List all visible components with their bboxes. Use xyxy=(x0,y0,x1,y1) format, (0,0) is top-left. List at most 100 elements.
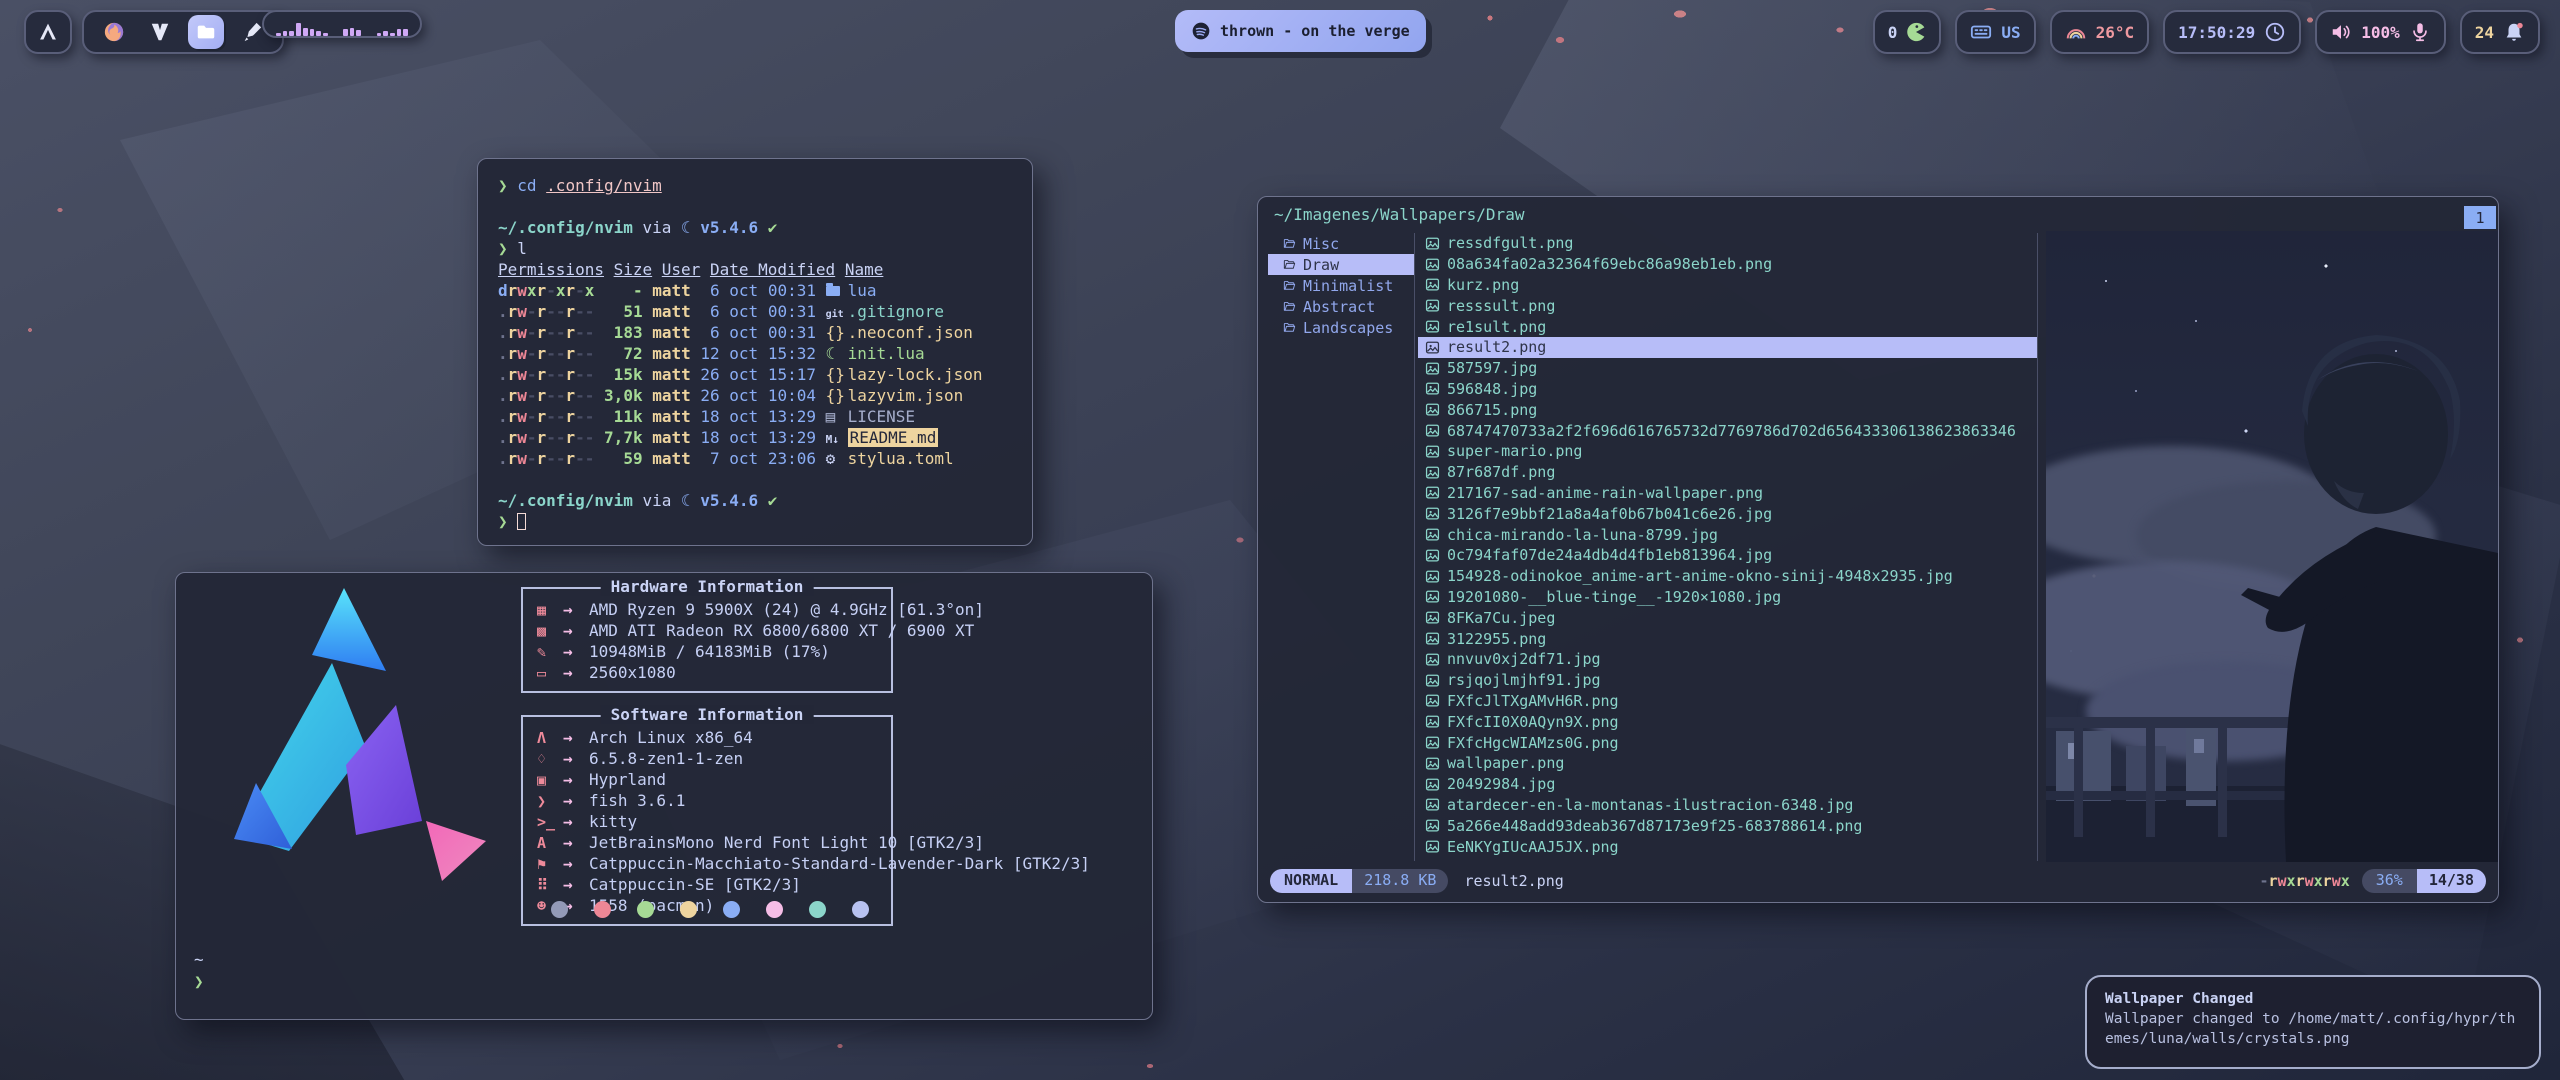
file-row[interactable]: wallpaper.png xyxy=(1418,753,2037,774)
sidebar-folder-minimalist[interactable]: Minimalist xyxy=(1268,275,1414,296)
image-file-icon xyxy=(1425,257,1440,272)
shell-prompt: ~ ❯ xyxy=(194,949,204,993)
file-row[interactable]: 8FKa7Cu.jpeg xyxy=(1418,607,2037,628)
image-file-icon xyxy=(1425,319,1440,334)
sidebar-folder-misc[interactable]: Misc xyxy=(1268,233,1414,254)
kernel-icon: ♢ xyxy=(537,750,563,768)
file-listing-row: .rw-r--r-- 59 matt 7 oct 23:06 ⚙stylua.t… xyxy=(498,448,1012,469)
file-row[interactable]: 587597.jpg xyxy=(1418,358,2037,379)
file-row[interactable]: re1sult.png xyxy=(1418,316,2037,337)
file-row[interactable]: nnvuv0xj2df71.jpg xyxy=(1418,649,2037,670)
notification-popup[interactable]: Wallpaper Changed Wallpaper changed to /… xyxy=(2085,975,2541,1069)
file-name: 5a266e448add93deab367d87173e9f25-6837886… xyxy=(1447,817,1862,835)
terminal-line: ❯ xyxy=(498,511,1012,532)
cava-bar xyxy=(303,28,308,36)
image-file-icon xyxy=(1425,756,1440,771)
temperature: 26°C xyxy=(2096,23,2135,42)
file-row[interactable]: 68747470733a2f2f696d616765732d7769786d70… xyxy=(1418,420,2037,441)
file-permissions: -rwxrwxrwx xyxy=(2259,872,2349,890)
file-row[interactable]: 3122955.png xyxy=(1418,628,2037,649)
file-row[interactable]: rsjqojlmjhf91.jpg xyxy=(1418,670,2037,691)
launcher-button[interactable] xyxy=(24,10,72,54)
file-row[interactable]: EeNKYgIUcAAJ5JX.png xyxy=(1418,836,2037,857)
image-file-icon xyxy=(1425,402,1440,417)
file-row[interactable]: FXfcII0X0AQyn9X.png xyxy=(1418,711,2037,732)
file-name: rsjqojlmjhf91.jpg xyxy=(1447,671,1601,689)
image-file-icon xyxy=(1425,548,1440,563)
file-row[interactable]: 596848.jpg xyxy=(1418,379,2037,400)
folder-open-icon xyxy=(1282,237,1297,250)
cava-bar xyxy=(310,29,315,36)
display-icon: ▭ xyxy=(537,664,563,682)
hardware-info-box: Hardware Information ▦→AMD Ryzen 9 5900X… xyxy=(521,587,893,693)
file-row[interactable]: 217167-sad-anime-rain-wallpaper.png xyxy=(1418,483,2037,504)
file-row[interactable]: 154928-odinokoe_anime-art-anime-okno-sin… xyxy=(1418,566,2037,587)
file-row[interactable]: resssult.png xyxy=(1418,295,2037,316)
audio-visualizer xyxy=(262,10,422,38)
hardware-info-title: Hardware Information xyxy=(601,577,814,596)
terminal-line: Permissions Size User Date Modified Name xyxy=(498,259,1012,280)
notifications-module[interactable]: 24 xyxy=(2460,10,2540,54)
now-playing-widget[interactable]: thrown - on the verge xyxy=(1175,10,1426,52)
now-playing-text: thrown - on the verge xyxy=(1220,22,1410,40)
audio-module[interactable]: 100% xyxy=(2315,10,2446,54)
arrow-icon: → xyxy=(563,642,589,661)
file-manager-window: ~/Imagenes/Wallpapers/Draw 1 MiscDrawMin… xyxy=(1257,196,2499,903)
file-row[interactable]: super-mario.png xyxy=(1418,441,2037,462)
file-row[interactable]: FXfcJlTXgAMvH6R.png xyxy=(1418,691,2037,712)
file-row[interactable]: kurz.png xyxy=(1418,275,2037,296)
sidebar-folder-abstract[interactable]: Abstract xyxy=(1268,296,1414,317)
file-list: ressdfgult.png 08a634fa02a32364f69ebc86a9… xyxy=(1418,233,2037,857)
fetch-row: ▩→AMD ATI Radeon RX 6800/6800 XT / 6900 … xyxy=(537,620,891,641)
file-row[interactable]: ressdfgult.png xyxy=(1418,233,2037,254)
cava-bar xyxy=(323,33,328,36)
vim-icon xyxy=(149,21,171,43)
weather-module[interactable]: 26°C xyxy=(2050,10,2150,54)
file-row[interactable]: 08a634fa02a32364f69ebc86a98eb1eb.png xyxy=(1418,254,2037,275)
fetch-row: ⚑→Catppuccin-Macchiato-Standard-Lavender… xyxy=(537,853,891,874)
color-palette xyxy=(551,901,869,918)
file-name: resssult.png xyxy=(1447,297,1555,315)
file-listing-row: .rw-r--r-- 7,7k matt 18 oct 13:29 M↓READ… xyxy=(498,427,1012,448)
file-row[interactable]: 20492984.jpg xyxy=(1418,774,2037,795)
file-name: FXfcII0X0AQyn9X.png xyxy=(1447,713,1619,731)
clock-module[interactable]: 17:50:29 xyxy=(2163,10,2301,54)
file-row[interactable]: chica-mirando-la-luna-8799.jpg xyxy=(1418,524,2037,545)
file-row[interactable]: 3126f7e9bbf21a8a4af0b67b041c6e26.jpg xyxy=(1418,503,2037,524)
keyboard-layout-module[interactable]: US xyxy=(1955,10,2035,54)
sidebar-folder-draw[interactable]: Draw xyxy=(1268,254,1414,275)
mic-icon xyxy=(2409,21,2431,43)
workspace-folder[interactable] xyxy=(188,15,224,49)
image-file-icon xyxy=(1425,277,1440,292)
arrow-icon: → xyxy=(563,663,589,682)
workspace-vim[interactable] xyxy=(142,15,178,49)
file-name: ressdfgult.png xyxy=(1447,234,1573,252)
file-name: 596848.jpg xyxy=(1447,380,1537,398)
shell-icon: ❯ xyxy=(537,792,563,810)
updates-module[interactable]: 0 xyxy=(1873,10,1942,54)
prompt-path: ~ xyxy=(194,949,204,971)
file-name: 68747470733a2f2f696d616765732d7769786d70… xyxy=(1447,422,2016,440)
file-row[interactable]: 5a266e448add93deab367d87173e9f25-6837886… xyxy=(1418,815,2037,836)
file-row[interactable]: 87r687df.png xyxy=(1418,462,2037,483)
file-row[interactable]: result2.png xyxy=(1418,337,2037,358)
file-row[interactable]: atardecer-en-la-montanas-ilustracion-634… xyxy=(1418,795,2037,816)
file-row[interactable]: 0c794faf07de24a4db4d4fb1eb813964.jpg xyxy=(1418,545,2037,566)
clock-time: 17:50:29 xyxy=(2178,23,2255,42)
tab-badge[interactable]: 1 xyxy=(2464,206,2496,229)
sidebar-folder-landscapes[interactable]: Landscapes xyxy=(1268,317,1414,338)
arrow-icon: → xyxy=(563,728,589,747)
workspace-firefox[interactable] xyxy=(96,15,132,49)
software-info-title: Software Information xyxy=(601,705,814,724)
file-row[interactable]: FXfcHgcWIAMzs0G.png xyxy=(1418,732,2037,753)
file-row[interactable]: 19201080-__blue-tinge__-1920×1080.jpg xyxy=(1418,587,2037,608)
arrow-icon: → xyxy=(563,749,589,768)
image-file-icon xyxy=(1425,485,1440,500)
cava-bar xyxy=(350,28,355,36)
file-row[interactable]: 866715.png xyxy=(1418,399,2037,420)
arrow-icon: → xyxy=(563,791,589,810)
arrow-icon: → xyxy=(563,812,589,831)
image-file-icon xyxy=(1425,735,1440,750)
selected-file-name: README.md xyxy=(848,428,939,447)
spotify-icon xyxy=(1191,21,1211,41)
